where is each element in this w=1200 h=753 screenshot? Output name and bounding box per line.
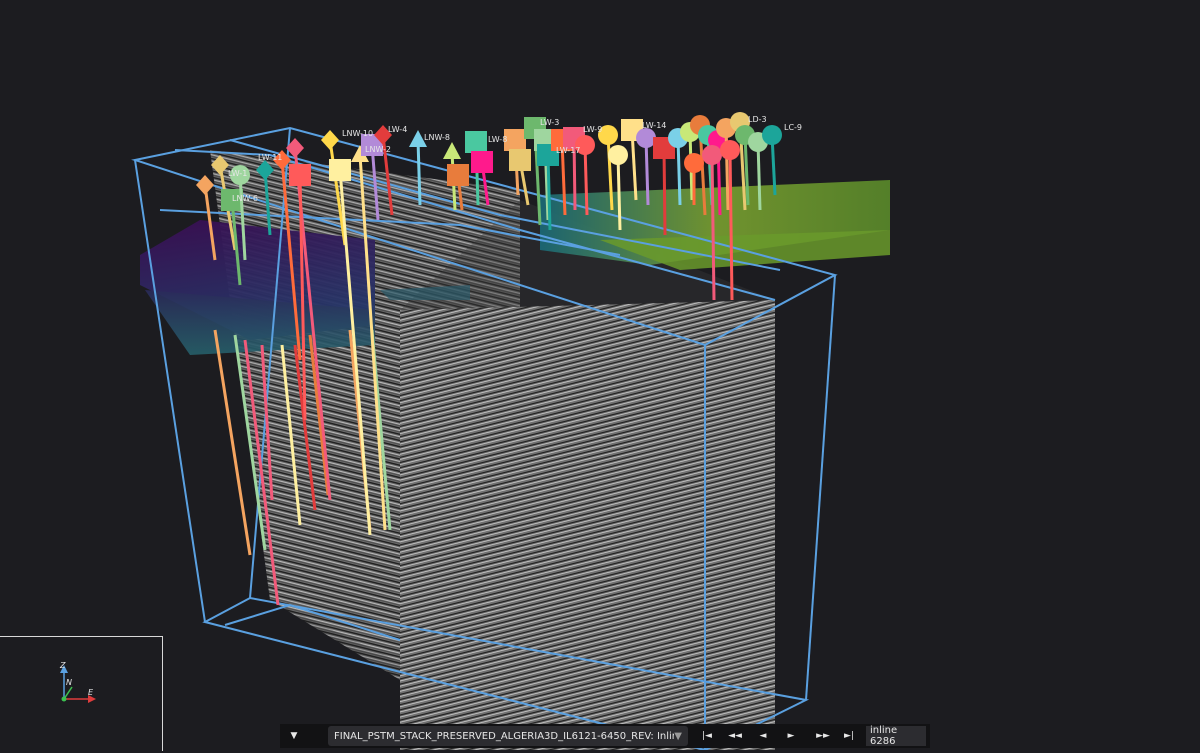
well-label: LW-9 [583, 125, 602, 134]
e-label: E [88, 688, 94, 697]
well-label: LNW-10 [342, 129, 373, 138]
well-head-marker [447, 164, 469, 186]
well-head-marker [329, 159, 351, 181]
3d-viewport[interactable]: LNW-10 LW-4 LNW-8 LW-3 LW-9 LW-14 LW-17 LNW-2 LW… [0, 0, 1200, 750]
well-head-marker [762, 125, 782, 145]
well-path [756, 141, 762, 211]
well-head-marker [504, 129, 526, 151]
well-head-marker [321, 130, 339, 150]
well-path [710, 154, 716, 301]
step-back-button[interactable]: ◄ [752, 725, 774, 747]
slice-value: inline 6286 [870, 725, 898, 747]
well-head-marker [465, 131, 487, 153]
well-path [662, 147, 667, 236]
well-label: LW-11 [258, 153, 282, 162]
well-label: LC-9 [784, 123, 802, 132]
well-label: LW-8 [488, 135, 507, 144]
slice-field[interactable]: inline 6286 [866, 725, 926, 747]
first-slice-button[interactable]: |◄ [696, 725, 718, 747]
well-path [416, 139, 422, 206]
well-path [583, 144, 589, 216]
well-head-marker [471, 151, 493, 173]
well-label: LW-4 [388, 125, 407, 134]
fast-forward-button[interactable]: ►► [808, 725, 838, 747]
last-slice-button[interactable]: ►| [838, 725, 860, 747]
well-path [616, 154, 622, 231]
well-label: LD-3 [748, 115, 767, 124]
well-head-marker [509, 149, 531, 171]
well-label: LW-1 [228, 169, 247, 178]
well-path [546, 154, 552, 231]
well-head-marker [289, 164, 311, 186]
n-label: N [66, 678, 72, 687]
chevron-down-icon: ▼ [674, 730, 682, 742]
well-head-marker [443, 142, 461, 159]
well-label: LNW-6 [232, 194, 258, 203]
dataset-label: FINAL_PSTM_STACK_PRESERVED_ALGERIA3D_IL6… [334, 730, 674, 742]
fast-back-button[interactable]: ◄◄ [718, 725, 752, 747]
well-head-marker [684, 153, 704, 173]
well-head-marker [702, 145, 722, 165]
dropdown-caret-icon[interactable]: ▼ [284, 725, 304, 747]
well-label: LW-3 [540, 118, 559, 127]
well-label: LNW-8 [424, 133, 450, 142]
well-head-marker [720, 140, 740, 160]
well-label: LW-14 [642, 121, 666, 130]
well-label: LW-17 [556, 146, 580, 155]
well-path [644, 137, 650, 206]
well-path [676, 137, 682, 206]
orientation-widget: Z N E [0, 636, 163, 751]
z-label: Z [59, 661, 66, 670]
well-label: LNW-2 [365, 145, 391, 154]
well-head-marker [196, 175, 214, 195]
playback-toolbar: ▼ FINAL_PSTM_STACK_PRESERVED_ALGERIA3D_I… [280, 724, 930, 748]
step-forward-button[interactable]: ► [774, 725, 808, 747]
well-path [728, 149, 734, 301]
dataset-selector[interactable]: FINAL_PSTM_STACK_PRESERVED_ALGERIA3D_IL6… [328, 726, 688, 746]
well-head-marker [608, 145, 628, 165]
